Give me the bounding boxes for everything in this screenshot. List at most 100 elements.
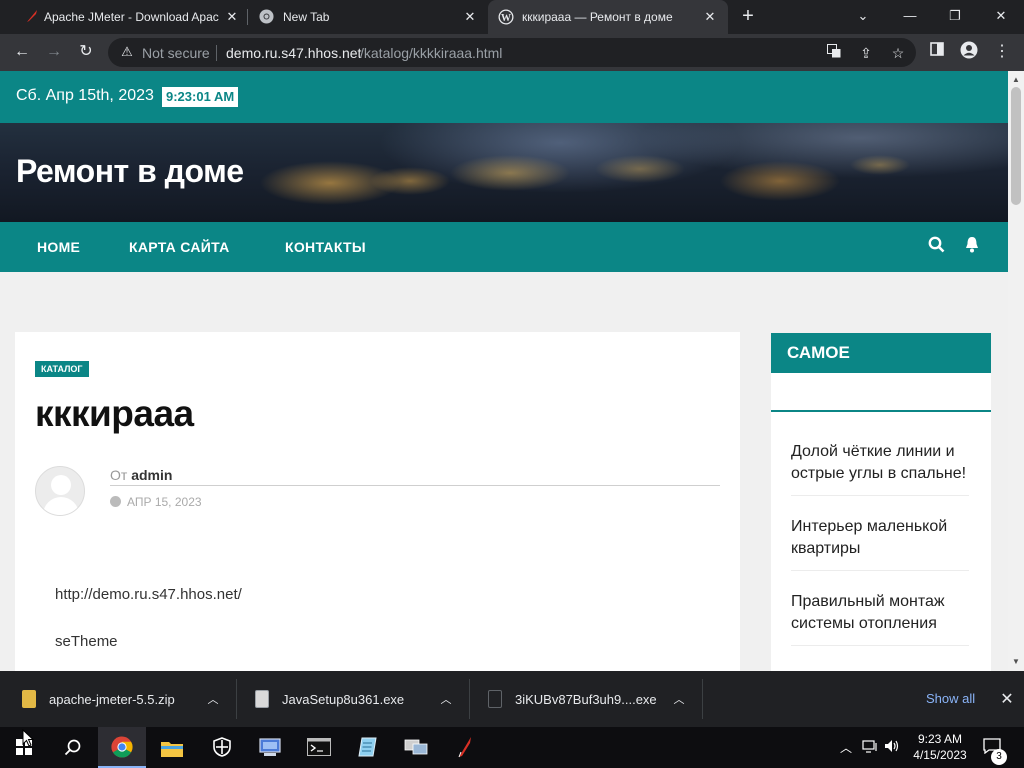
scroll-down-icon[interactable]: ▼ [1012,657,1020,666]
network-app-icon [258,737,282,762]
site-top-bar: Сб. Апр 15th, 2023 9:23:01 AM [0,71,1008,123]
folder-icon [161,739,183,762]
post-title: кккираaa [35,393,194,434]
network-icon[interactable] [862,739,878,755]
search-button[interactable] [48,727,96,768]
tab-title: кккираaa — Ремонт в доме [522,10,673,24]
author-name[interactable]: admin [131,467,172,483]
chevron-up-icon[interactable]: ︿ [838,739,854,755]
download-item[interactable]: 3iKUBv87Buf3uh9....exe ︿ [466,671,702,727]
sidebar-post-link[interactable]: Интерьер маленькой квартиры [791,516,976,560]
translate-icon[interactable] [824,43,844,63]
bookmark-star-icon[interactable]: ☆ [888,43,908,63]
exe-file-icon [488,690,502,708]
chevron-up-icon[interactable]: ︿ [438,691,454,707]
divider [791,645,969,646]
side-panel-icon[interactable] [926,41,948,63]
close-tab-icon[interactable]: ✕ [462,9,478,25]
java-installer-icon [255,690,269,708]
post-body-line: http://demo.ru.s47.hhos.net/ [55,586,242,603]
chrome-icon [259,9,274,24]
volume-icon[interactable] [884,739,900,755]
tab-new-tab[interactable]: New Tab ✕ [248,0,486,34]
tab-jmeter[interactable]: Apache JMeter - Download Apac ✕ [8,0,246,34]
taskbar-terminal[interactable] [295,727,343,768]
current-time-badge: 9:23:01 AM [162,87,239,107]
chevron-up-icon[interactable]: ︿ [205,691,221,707]
omnibox-divider [216,45,217,61]
category-badge[interactable]: КАТАЛОГ [35,361,89,377]
tab-search-icon[interactable]: ⌄ [853,8,873,26]
url-path[interactable]: /katalog/kkkkiraaa.html [360,45,502,61]
tab-title: New Tab [283,10,330,24]
clock-time: 9:23 AM [917,732,963,746]
download-shelf: apache-jmeter-5.5.zip ︿ JavaSetup8u361.e… [0,671,1024,727]
search-icon[interactable] [926,236,946,256]
download-filename: JavaSetup8u361.exe [282,692,405,707]
page-scrollbar[interactable]: ▲ ▼ [1008,71,1024,671]
close-tab-icon[interactable]: ✕ [702,9,718,25]
post-body-line: seTheme [55,633,118,650]
chevron-up-icon[interactable]: ︿ [671,691,687,707]
taskbar-file-explorer[interactable] [148,727,196,768]
back-button[interactable]: ← [11,41,33,63]
url-host[interactable]: demo.ru.s47.hhos.net [226,45,361,61]
show-all-downloads-link[interactable]: Show all [926,691,975,706]
avatar-body-shape [43,497,79,515]
taskbar-notepad[interactable] [344,727,392,768]
close-icon[interactable]: ✕ [998,689,1016,708]
nav-sitemap[interactable]: КАРТА САЙТА [129,239,230,255]
wordpress-icon: W [498,9,514,25]
windows-taskbar: ︿ 9:23 AM 4/15/2023 [0,727,1024,768]
taskbar-jmeter[interactable] [441,727,489,768]
post-card: КАТАЛОГ кккираaa От admin АПР 15, 2023 h… [15,332,740,671]
chrome-icon [111,736,133,763]
browser-toolbar: ← → ↻ ⚠ Not secure demo.ru.s47.hhos.net … [0,34,1024,71]
not-secure-label[interactable]: Not secure [142,45,210,61]
author-avatar[interactable] [35,466,85,516]
download-item[interactable]: JavaSetup8u361.exe ︿ [233,671,469,727]
reload-button[interactable]: ↻ [75,41,97,63]
bell-icon[interactable] [962,236,982,256]
post-date[interactable]: АПР 15, 2023 [110,495,202,509]
scroll-up-icon[interactable]: ▲ [1012,75,1020,84]
minimize-button[interactable]: — [900,8,920,26]
download-item[interactable]: apache-jmeter-5.5.zip ︿ [0,671,236,727]
zip-file-icon [22,690,36,708]
profile-avatar-icon[interactable] [958,41,980,63]
warning-icon[interactable]: ⚠ [119,44,135,60]
close-tab-icon[interactable]: ✕ [224,9,240,25]
scrollbar-thumb[interactable] [1011,87,1021,205]
tab-active-post[interactable]: W кккираaa — Ремонт в доме ✕ [488,0,728,34]
new-tab-button[interactable]: + [739,6,757,26]
sidebar-post-link[interactable]: Долой чёткие линии и острые углы в спаль… [791,441,976,485]
restore-button[interactable]: ❐ [945,8,965,26]
remote-desktop-icon [404,737,428,762]
nav-contacts[interactable]: КОНТАКТЫ [285,239,366,255]
system-clock[interactable]: 9:23 AM 4/15/2023 [910,731,970,763]
web-page: Сб. Апр 15th, 2023 9:23:01 AM Ремонт в д… [0,71,1008,671]
current-date: Сб. Апр 15th, 2023 [16,87,154,104]
close-window-button[interactable]: ✕ [991,8,1011,26]
notification-count-badge: 3 [991,749,1007,765]
post-date-text: АПР 15, 2023 [127,495,202,509]
mouse-pointer-icon [22,728,35,752]
address-bar[interactable]: ⚠ Not secure demo.ru.s47.hhos.net /katal… [108,38,916,67]
search-icon [64,739,81,761]
notepad-icon [358,736,378,763]
forward-button[interactable]: → [43,41,65,63]
divider [791,495,969,496]
start-button[interactable] [0,727,48,768]
sidebar-post-link[interactable]: Правильный монтаж системы отопления [791,591,976,635]
nav-home[interactable]: HOME [37,239,80,255]
sidebar-heading: САМОЕ [771,333,991,373]
taskbar-chrome[interactable] [98,727,146,768]
taskbar-remote-desktop[interactable] [392,727,440,768]
share-icon[interactable]: ⇪ [856,43,876,63]
taskbar-network-app[interactable] [246,727,294,768]
browser-menu-icon[interactable]: ⋮ [991,41,1013,63]
site-title[interactable]: Ремонт в доме [16,153,244,190]
taskbar-security[interactable] [198,727,246,768]
jmeter-icon [456,736,474,763]
tab-title: Apache JMeter - Download Apac [44,10,219,24]
